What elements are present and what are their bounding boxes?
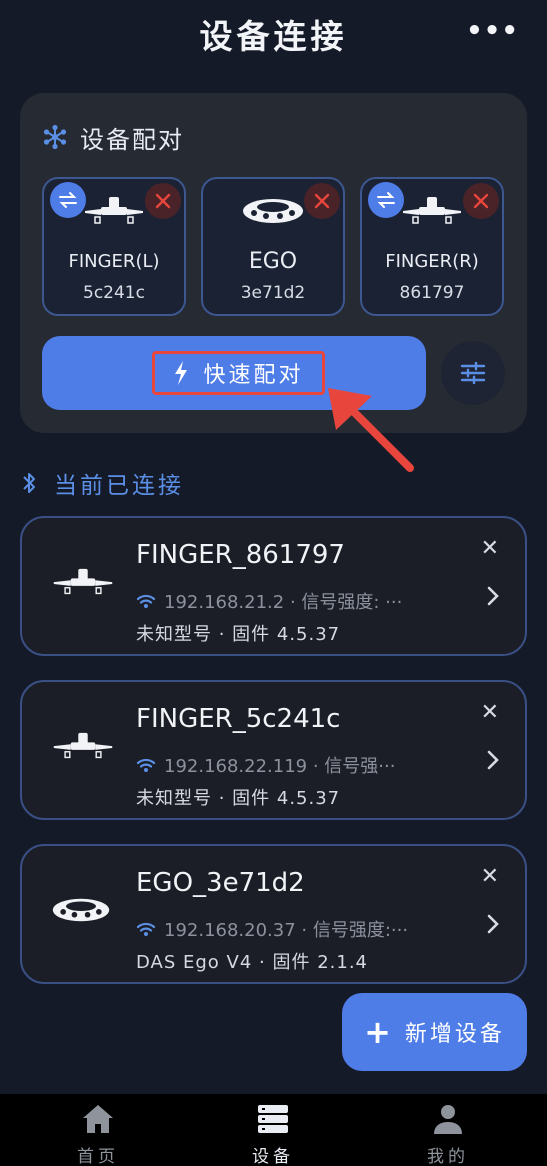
app-header: 设备连接 •••: [0, 0, 547, 70]
pair-card-name: FINGER(R): [385, 251, 479, 272]
wifi-icon: [136, 922, 156, 936]
tab-label: 我的: [427, 1147, 469, 1166]
tab-home[interactable]: 首页: [38, 1100, 158, 1166]
connected-device-row[interactable]: EGO_3e71d2 192.168.20.37 · 信号强度:··· DAS …: [20, 844, 527, 984]
person-icon: [434, 1105, 462, 1134]
plus-icon: +: [364, 1013, 391, 1051]
tab-label: 首页: [77, 1147, 119, 1166]
pair-card-code: 3e71d2: [240, 283, 306, 303]
pair-card-name: FINGER(L): [68, 251, 160, 272]
pairing-section-title: 设备配对: [42, 121, 184, 154]
add-device-label: 新增设备: [404, 1022, 505, 1047]
connected-section-title: 当前已连接: [22, 466, 184, 500]
pair-card-ego[interactable]: EGO 3e71d2: [201, 177, 345, 316]
pair-settings-button[interactable]: [441, 341, 505, 405]
pair-card-code: 861797: [399, 283, 465, 303]
device-firmware: 未知型号 · 固件 4.5.37: [136, 624, 341, 645]
device-firmware: 未知型号 · 固件 4.5.37: [136, 788, 341, 809]
connected-title-text: 当前已连接: [54, 473, 184, 499]
ego-device-icon: [203, 193, 343, 229]
device-name: FINGER_861797: [136, 540, 345, 570]
wifi-icon: [136, 594, 156, 608]
finger-device-icon: [53, 732, 113, 759]
finger-device-icon: [44, 193, 184, 233]
disconnect-icon[interactable]: ✕: [481, 700, 499, 725]
wifi-icon: [136, 758, 156, 772]
chevron-right-icon[interactable]: [487, 586, 499, 606]
bottom-tab-bar: 首页 设备 我的: [0, 1094, 547, 1166]
device-meta: 192.168.20.37 · 信号强度:···: [136, 916, 408, 942]
device-ip-signal: 192.168.22.119 · 信号强···: [164, 756, 396, 777]
connected-device-row[interactable]: FINGER_861797 192.168.21.2 · 信号强度: ··· 未…: [20, 516, 527, 656]
ego-device-icon: [52, 898, 110, 922]
finger-device-icon: [362, 193, 502, 233]
pair-card-name: EGO: [248, 249, 298, 274]
device-meta: 192.168.22.119 · 信号强···: [136, 752, 395, 778]
device-ip-signal: 192.168.20.37 · 信号强度:···: [164, 920, 409, 941]
tab-profile[interactable]: 我的: [388, 1100, 508, 1166]
annotation-arrow-icon: [328, 388, 414, 472]
pairing-title-text: 设备配对: [80, 125, 184, 154]
tab-label: 设备: [252, 1147, 294, 1166]
finger-device-icon: [53, 568, 113, 595]
page-title: 设备连接: [199, 17, 348, 56]
quick-pair-highlight: 快速配对: [152, 351, 325, 395]
chevron-right-icon[interactable]: [487, 750, 499, 770]
connected-device-row[interactable]: FINGER_5c241c 192.168.22.119 · 信号强··· 未知…: [20, 680, 527, 820]
disconnect-icon[interactable]: ✕: [481, 536, 499, 561]
disconnect-icon[interactable]: ✕: [481, 864, 499, 889]
device-name: FINGER_5c241c: [136, 704, 341, 734]
device-ip-signal: 192.168.21.2 · 信号强度: ···: [164, 592, 403, 613]
pairing-panel: 设备配对 FINGER(L) 5c241c EGO 3e71d2 FINGER(…: [20, 93, 527, 433]
tab-devices[interactable]: 设备: [213, 1100, 333, 1166]
device-name: EGO_3e71d2: [136, 868, 305, 898]
pair-card-code: 5c241c: [83, 283, 145, 303]
bluetooth-icon: [23, 473, 35, 493]
device-firmware: DAS Ego V4 · 固件 2.1.4: [136, 952, 368, 973]
home-icon: [83, 1105, 113, 1133]
lightning-icon: [175, 361, 188, 385]
sliders-icon: [460, 362, 486, 384]
chevron-right-icon[interactable]: [487, 914, 499, 934]
pair-card-finger-right[interactable]: FINGER(R) 861797: [360, 177, 504, 316]
devices-icon: [258, 1105, 288, 1133]
quick-pair-label: 快速配对: [203, 363, 304, 388]
pair-card-finger-left[interactable]: FINGER(L) 5c241c: [42, 177, 186, 316]
device-meta: 192.168.21.2 · 信号强度: ···: [136, 588, 402, 614]
add-device-button[interactable]: + 新增设备: [342, 993, 527, 1071]
more-options-icon[interactable]: •••: [466, 16, 519, 46]
network-icon: [43, 124, 67, 150]
